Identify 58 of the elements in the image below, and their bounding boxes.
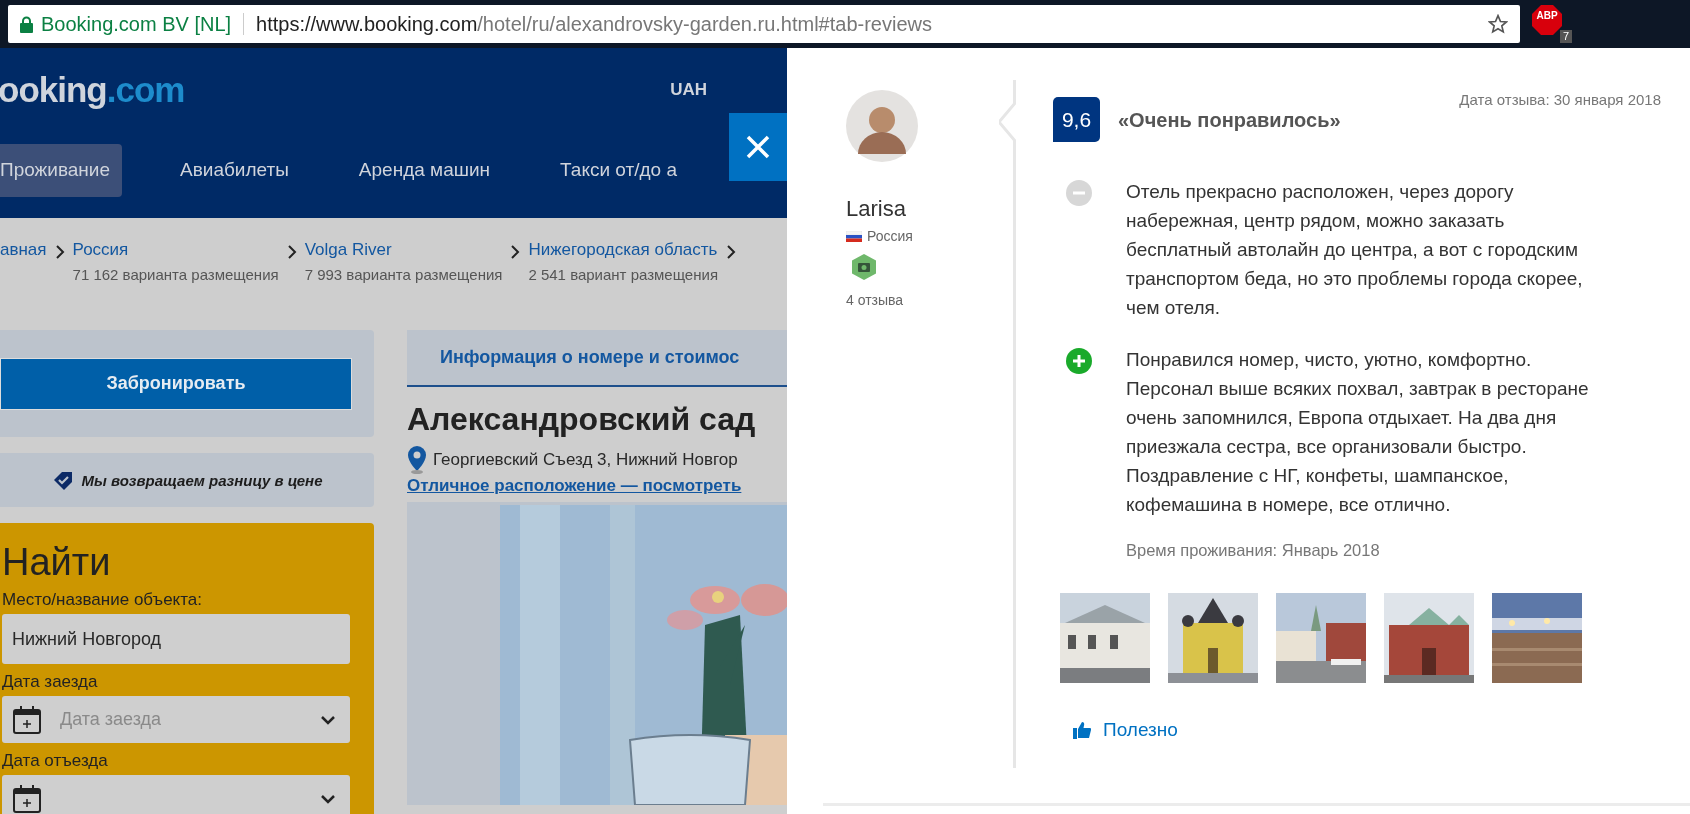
breadcrumb-link[interactable]: Нижегородская область <box>528 240 718 260</box>
extension-badge: 7 <box>1559 30 1572 43</box>
chevron-right-icon <box>726 244 736 260</box>
minus-icon <box>1066 180 1092 206</box>
reviewer-name: Larisa <box>846 196 907 222</box>
breadcrumb-link[interactable]: Россия <box>72 240 279 260</box>
search-title: Найти <box>2 541 112 584</box>
close-button[interactable] <box>729 113 787 181</box>
camera-badge-icon <box>852 254 876 280</box>
lock-icon <box>20 15 33 33</box>
chevron-right-icon <box>510 244 521 260</box>
close-icon <box>745 134 771 160</box>
currency-selector[interactable]: UAH <box>670 79 707 100</box>
nav-tab[interactable]: Проживание <box>0 144 123 197</box>
chevron-right-icon <box>286 244 297 260</box>
thumbs-up-icon <box>1073 721 1091 739</box>
breadcrumb-count: 7 993 варианта размещения <box>304 266 503 283</box>
review-title: «Очень понравилось» <box>1118 109 1341 132</box>
review-count: 4 отзыва <box>846 292 905 308</box>
chevron-down-icon <box>320 714 336 725</box>
calendar-icon <box>12 704 42 735</box>
breadcrumb-link[interactable]: Volga River <box>304 240 503 260</box>
chevron-right-icon <box>54 244 65 260</box>
address-bar[interactable]: Booking.com BV [NL] https://www.booking.com/hotel/ru/alexandrovsky-garden.ru.html#tab-reviews <box>8 5 1520 43</box>
plus-icon <box>1066 348 1092 374</box>
nav-tab[interactable]: Авиабилеты <box>180 144 303 197</box>
field-label: Дата отъезда <box>2 751 109 771</box>
location-link[interactable]: Отличное расположение — посмотреть <box>407 476 787 496</box>
nav-tab[interactable]: Такси от/до а <box>560 144 691 197</box>
reviewer-country: Россия <box>867 228 913 244</box>
nav-tab[interactable]: Аренда машин <box>358 144 505 197</box>
hotel-address: Георгиевский Съезд 3, Нижний Новгор <box>433 450 738 470</box>
breadcrumb-count: 2 541 вариант размещения <box>528 266 718 283</box>
date-field[interactable] <box>2 775 350 814</box>
calendar-icon <box>12 783 42 814</box>
book-button[interactable]: Забронировать <box>0 357 352 410</box>
breadcrumb-link[interactable]: авная <box>0 240 47 260</box>
map-pin-icon <box>407 446 427 474</box>
breadcrumb-count: 71 162 варианта размещения <box>72 266 279 283</box>
review-date: Дата отзыва: 30 января 2018 <box>1459 91 1661 108</box>
flag-icon <box>846 230 862 242</box>
field-label: Место/название объекта: <box>2 590 203 610</box>
site-identity: Booking.com BV [NL] <box>41 12 232 36</box>
field-label: Дата заезда <box>2 672 99 692</box>
site-logo[interactable]: ooking.com <box>0 69 185 110</box>
star-icon[interactable] <box>1488 14 1508 34</box>
price-guarantee-text: Мы возвращаем разницу в цене <box>81 471 323 489</box>
helpful-button[interactable]: Полезно <box>1073 719 1178 741</box>
review-text: Отель прекрасно расположен, через дорогу набережная, центр рядом, можно заказать бесплатный автолайн до центра, а вот с городским транспортом беда, но это проблемы города скорее, чем отеля. <box>1126 180 1584 320</box>
review-text: Понравился номер, чисто, уютно, комфортно. Персонал выше всяких похвал, завтрак в ресторане очень запомнился, Европа отдыхает. На два дня приезжала сестра, все организовали быстро. Поздравление с НГ, конфеты, шампанское, кофемашина в номере, все отлично. <box>1126 348 1590 517</box>
chevron-down-icon <box>320 793 336 804</box>
score-badge: 9,6 <box>1053 97 1100 142</box>
hotel-name: Александровский сад <box>407 401 757 438</box>
url-text: https://www.booking.com/hotel/ru/alexandrovsky-garden.ru.html#tab-reviews <box>256 12 933 36</box>
avatar <box>846 90 918 162</box>
room-info-tab[interactable]: Информация о номере и стоимос <box>407 330 787 387</box>
stay-period: Время проживания: Январь 2018 <box>1126 541 1381 560</box>
destination-field[interactable]: Нижний Новгород <box>2 614 350 664</box>
